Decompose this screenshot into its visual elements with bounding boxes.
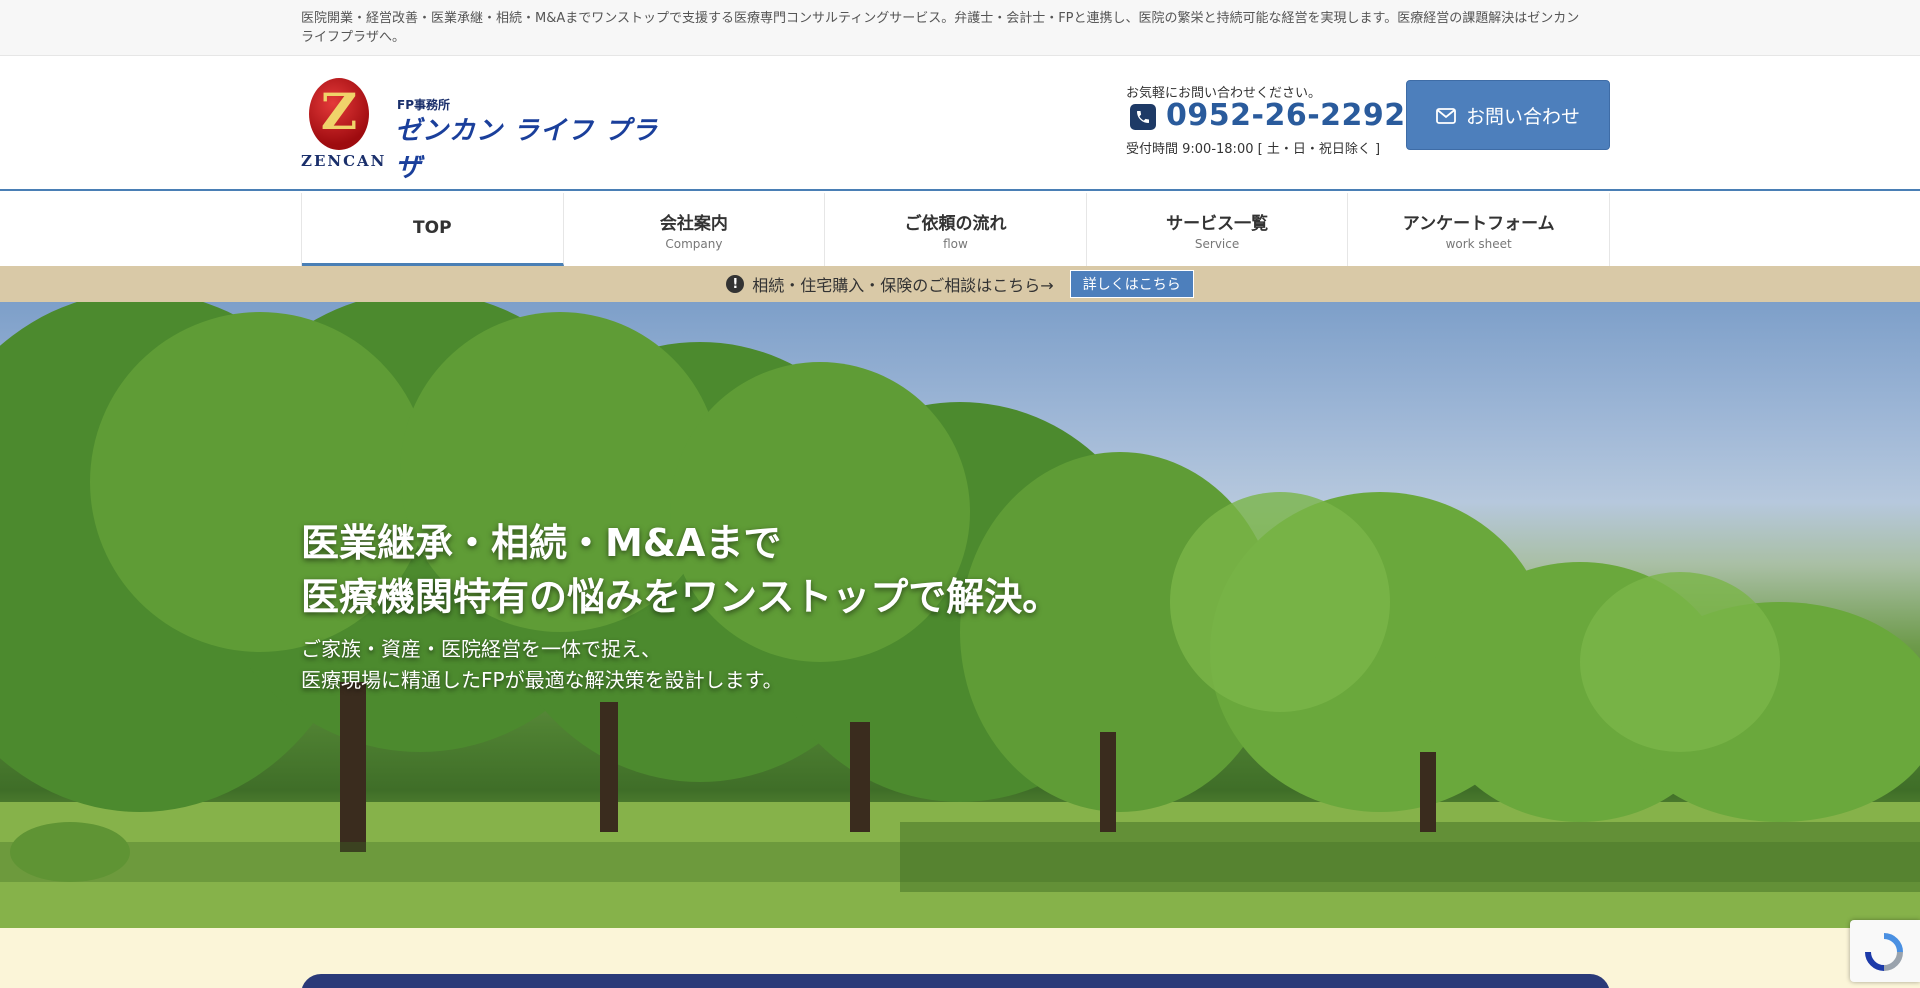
- logo-emblem-letter: Z: [320, 82, 358, 141]
- recaptcha-badge[interactable]: [1850, 920, 1920, 982]
- nav-item-worksheet[interactable]: アンケートフォーム work sheet: [1348, 193, 1610, 266]
- notice-details-button[interactable]: 詳しくはこちら: [1069, 270, 1194, 298]
- nav-item-flow[interactable]: ご依頼の流れ flow: [825, 193, 1087, 266]
- nav-item-top[interactable]: TOP: [302, 193, 564, 266]
- logo-latin-text: ZENCAN: [301, 152, 387, 170]
- business-hours: 受付時間 9:00-18:00 [ 土・日・祝日除く ]: [1126, 142, 1381, 157]
- contact-button-label: お問い合わせ: [1465, 105, 1580, 128]
- site-description-text: 医院開業・経営改善・医業承継・相続・M&Aまでワンストップで支援する医療専門コン…: [301, 11, 1580, 45]
- nav-item-sublabel: flow: [943, 236, 968, 251]
- section-heading-bar: [301, 974, 1610, 988]
- hero-subtitle: ご家族・資産・医院経営を一体で捉え、 医療現場に精通したFPが最適な解決策を設計…: [301, 634, 783, 696]
- site-header: Z ZENCAN FP事務所 ゼンカン ライフ プラザ お気軽にお問い合わせくだ…: [0, 56, 1920, 191]
- nav-item-sublabel: Company: [665, 236, 723, 251]
- hero-subtitle-line: ご家族・資産・医院経営を一体で捉え、: [301, 637, 661, 661]
- phone-icon: [1130, 104, 1156, 130]
- nav-item-sublabel: Service: [1194, 236, 1240, 251]
- contact-info: お気軽にお問い合わせください。 0952-26-2292 受付時間 9:00-1…: [1126, 82, 1405, 162]
- hero-title-line: 医業継承・相続・M&Aまで: [301, 521, 782, 565]
- hero-subtitle-line: 医療現場に精通したFPが最適な解決策を設計します。: [301, 668, 783, 692]
- nav-item-label: ご依頼の流れ: [904, 213, 1007, 234]
- nav-item-label: サービス一覧: [1166, 213, 1269, 234]
- logo-company-name: ゼンカン ライフ プラザ: [395, 116, 659, 183]
- mail-icon: [1436, 107, 1456, 124]
- site-description-bar: 医院開業・経営改善・医業承継・相続・M&Aまでワンストップで支援する医療専門コン…: [0, 0, 1920, 56]
- lower-section: [0, 928, 1920, 988]
- nav-item-label: 会社案内: [659, 213, 728, 234]
- hero-section: 医業継承・相続・M&Aまで 医療機関特有の悩みをワンストップで解決。 ご家族・資…: [0, 302, 1920, 928]
- hero-title-line: 医療機関特有の悩みをワンストップで解決。: [301, 575, 1061, 619]
- nav-item-service[interactable]: サービス一覧 Service: [1087, 193, 1349, 266]
- nav-item-label: アンケートフォーム: [1402, 213, 1555, 234]
- notice-bar: ! 相続・住宅購入・保険のご相談はこちら→ 詳しくはこちら: [0, 266, 1920, 302]
- nav-item-company[interactable]: 会社案内 Company: [564, 193, 826, 266]
- site-logo[interactable]: Z ZENCAN FP事務所 ゼンカン ライフ プラザ: [301, 76, 681, 183]
- contact-button[interactable]: お問い合わせ: [1406, 80, 1610, 150]
- hero-title: 医業継承・相続・M&Aまで 医療機関特有の悩みをワンストップで解決。: [301, 516, 1060, 624]
- recaptcha-icon: [1865, 933, 1903, 971]
- nav-item-label: TOP: [413, 218, 452, 238]
- global-nav: TOP 会社案内 Company ご依頼の流れ flow サービス一覧 Serv…: [0, 193, 1920, 266]
- exclamation-icon: !: [726, 275, 745, 293]
- phone-number-link[interactable]: 0952-26-2292: [1166, 98, 1406, 133]
- nav-item-sublabel: work sheet: [1445, 236, 1512, 251]
- notice-text: 相続・住宅購入・保険のご相談はこちら→: [752, 276, 1054, 295]
